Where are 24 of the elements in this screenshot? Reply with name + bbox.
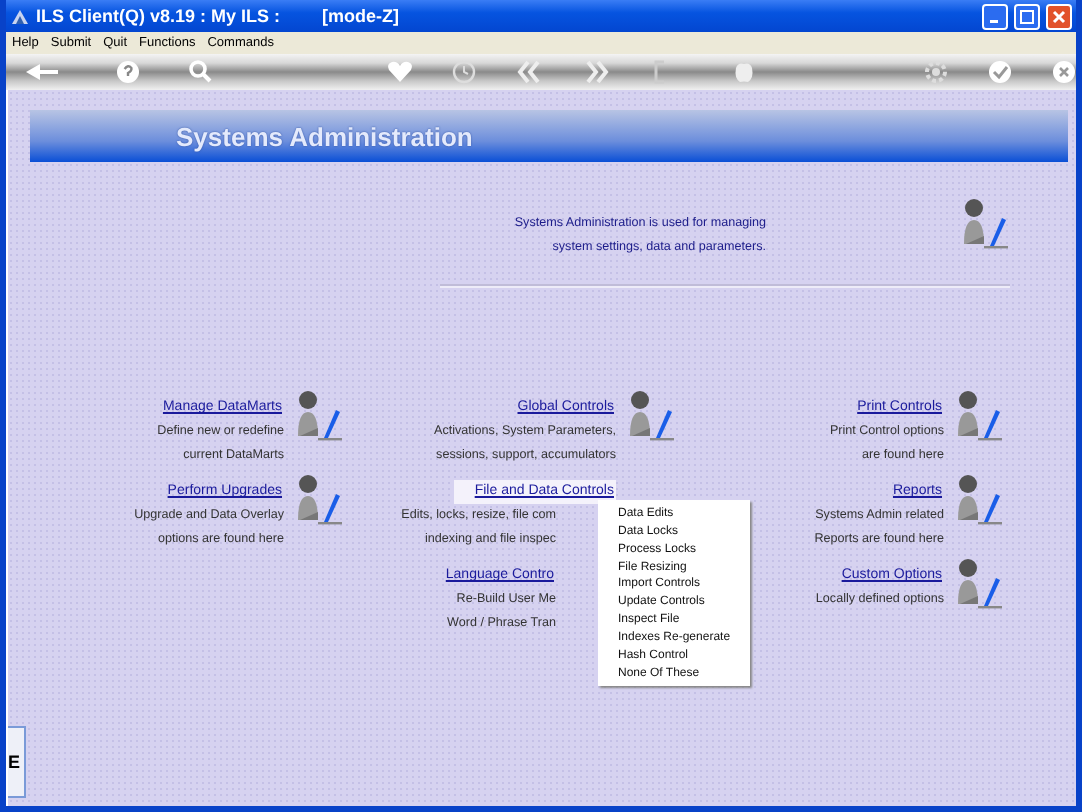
double-chevron-left-icon[interactable] [514, 56, 542, 88]
check-icon[interactable] [986, 56, 1014, 88]
maximize-button[interactable] [1014, 3, 1040, 29]
side-tab[interactable]: E [8, 726, 26, 798]
help-icon[interactable] [114, 56, 142, 88]
app-icon [10, 7, 30, 25]
close-button[interactable] [1046, 3, 1072, 29]
person-icon [956, 472, 1004, 528]
close-icon[interactable] [1050, 56, 1078, 88]
tab-label: E [8, 752, 21, 772]
person-icon [956, 556, 1004, 612]
maximize-icon [1020, 9, 1034, 23]
person-icon [296, 388, 344, 444]
search-icon[interactable] [186, 56, 214, 88]
close-icon [1052, 9, 1066, 23]
person-icon [962, 196, 1010, 252]
window-title: ILS Client(Q) v8.19 : My ILS : [36, 6, 281, 26]
person-icon [296, 472, 344, 528]
minimize-button[interactable] [982, 3, 1008, 29]
double-chevron-right-icon[interactable] [582, 56, 610, 88]
mode-label: [mode-Z] [322, 6, 400, 26]
person-icon [628, 388, 676, 444]
page-title: Systems Administration [176, 121, 473, 151]
person-icon [956, 388, 1004, 444]
